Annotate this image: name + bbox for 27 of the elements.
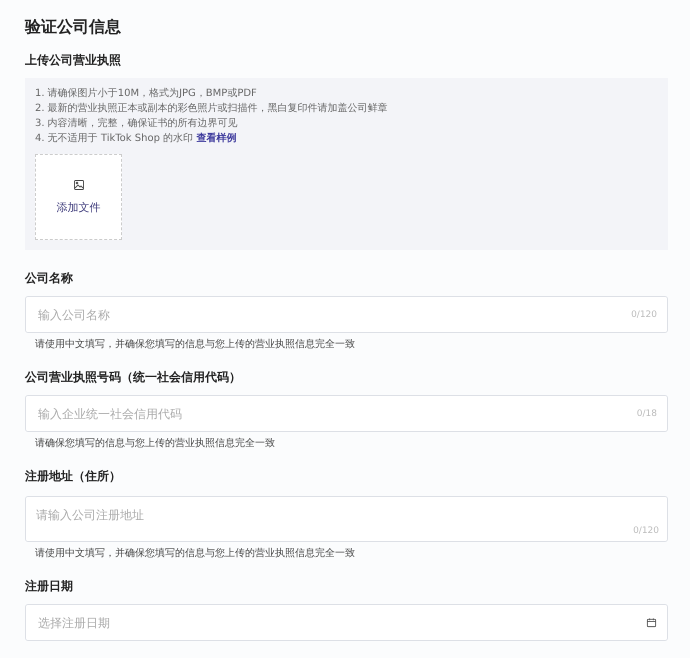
field-label: 注册地址（住所） [25,468,122,484]
field-hint: 请确保您填写的信息与您上传的营业执照信息完全一致 [34,437,276,451]
field-label: 公司名称 [25,270,74,286]
image-icon [74,180,84,190]
requirement-text: 3. 内容清晰，完整，确保证书的所有边界可见 [35,116,239,131]
date-picker[interactable]: 选择注册日期 [25,604,668,641]
calendar-icon [646,617,657,628]
character-counter: 0/120 [631,310,657,320]
character-counter: 0/18 [636,408,657,418]
input-field[interactable]: 输入公司名称 [36,306,632,322]
requirement-text: 2. 最新的营业执照正本或副本的彩色照片或扫描件，黑白复印件请加盖公司鲜章 [35,102,389,116]
field-hint: 请使用中文填写，并确保您填写的信息与您上传的营业执照信息完全一致 [34,338,356,352]
character-counter: 0/120 [633,526,659,536]
page-title: 验证公司信息 [25,16,122,38]
address-field[interactable]: 请输入公司注册地址 0/120 [25,496,668,542]
requirement-text: 1. 请确保图片小于10M，格式为JPG，BMP或PDF [35,86,258,101]
requirement-text: 4. 无不适用于 TikTok Shop 的水印 查看样例 [35,132,238,146]
text-field[interactable]: 输入企业统一社会信用代码 0/18 [25,395,668,432]
add-file-button[interactable]: 添加文件 [35,154,122,240]
field-label: 公司营业执照号码（统一社会信用代码） [25,369,242,385]
field-hint: 请使用中文填写，并确保您填写的信息与您上传的营业执照信息完全一致 [34,547,356,561]
example-link[interactable]: 查看样例 [196,133,236,144]
field-label: 注册日期 [25,578,74,594]
text-field[interactable]: 输入公司名称 0/120 [25,296,668,333]
input-field[interactable]: 输入企业统一社会信用代码 [36,406,637,422]
section-label: 上传公司营业执照 [25,52,122,68]
date-field[interactable]: 选择注册日期 [36,614,646,630]
